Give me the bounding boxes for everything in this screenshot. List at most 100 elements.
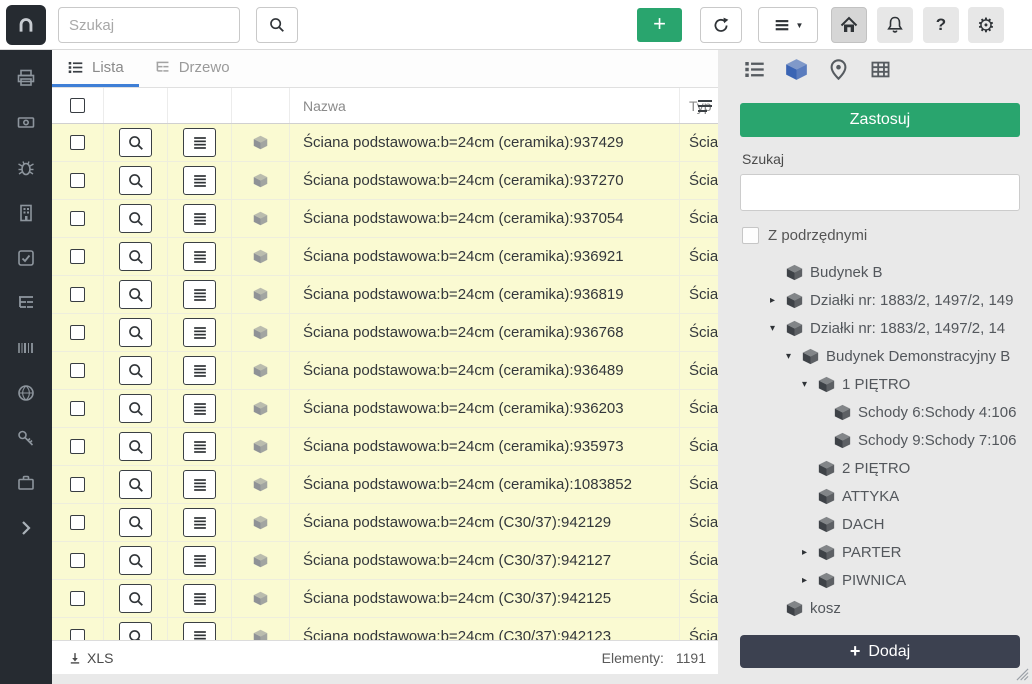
table-row[interactable]: Ściana podstawowa:b=24cm (ceramika):9370…	[52, 200, 718, 238]
table-row[interactable]: Ściana podstawowa:b=24cm (ceramika):9368…	[52, 276, 718, 314]
row-checkbox[interactable]	[70, 287, 85, 302]
row-checkbox[interactable]	[70, 629, 85, 640]
table-row[interactable]: Ściana podstawowa:b=24cm (C30/37):942125…	[52, 580, 718, 618]
row-inspect-button[interactable]	[119, 584, 152, 613]
row-menu-button[interactable]	[183, 584, 216, 613]
tab-location[interactable]	[827, 58, 850, 81]
row-menu-button[interactable]	[183, 242, 216, 271]
tree-expander-icon[interactable]: ▸	[802, 575, 818, 586]
row-inspect-button[interactable]	[119, 166, 152, 195]
column-header-nazwa[interactable]: Nazwa	[290, 88, 680, 123]
tree-item[interactable]: Schody 9:Schody 7:106	[740, 426, 1020, 454]
sidebar-item-hierarchy[interactable]	[11, 288, 41, 318]
tree-item[interactable]: Budynek B	[740, 258, 1020, 286]
table-row[interactable]: Ściana podstawowa:b=24cm (ceramika):9367…	[52, 314, 718, 352]
tree-item[interactable]: ▾ Działki nr: 1883/2, 1497/2, 14	[740, 314, 1020, 342]
row-checkbox[interactable]	[70, 249, 85, 264]
row-menu-button[interactable]	[183, 508, 216, 537]
with-children-checkbox[interactable]	[742, 227, 759, 244]
row-inspect-button[interactable]	[119, 204, 152, 233]
table-row[interactable]: Ściana podstawowa:b=24cm (C30/37):942123…	[52, 618, 718, 640]
row-checkbox[interactable]	[70, 477, 85, 492]
tree-item[interactable]: ▸ PARTER	[740, 538, 1020, 566]
row-checkbox[interactable]	[70, 363, 85, 378]
row-inspect-button[interactable]	[119, 356, 152, 385]
row-checkbox[interactable]	[70, 515, 85, 530]
row-menu-button[interactable]	[183, 166, 216, 195]
row-menu-button[interactable]	[183, 128, 216, 157]
row-checkbox[interactable]	[70, 553, 85, 568]
row-menu-button[interactable]	[183, 470, 216, 499]
table-row[interactable]: Ściana podstawowa:b=24cm (ceramika):1083…	[52, 466, 718, 504]
tab-model-tree[interactable]	[785, 58, 808, 81]
tree-item[interactable]: 2 PIĘTRO	[740, 454, 1020, 482]
export-xls-button[interactable]: XLS	[68, 650, 113, 666]
apply-button[interactable]: Zastosuj	[740, 103, 1020, 137]
row-inspect-button[interactable]	[119, 318, 152, 347]
table-row[interactable]: Ściana podstawowa:b=24cm (ceramika):9374…	[52, 124, 718, 162]
row-checkbox[interactable]	[70, 211, 85, 226]
tree-item[interactable]: ▸ PIWNICA	[740, 566, 1020, 594]
tree-item[interactable]: DACH	[740, 510, 1020, 538]
row-checkbox[interactable]	[70, 591, 85, 606]
row-checkbox[interactable]	[70, 401, 85, 416]
main-menu-button[interactable]: ▼	[758, 7, 818, 43]
notifications-button[interactable]	[877, 7, 913, 43]
row-inspect-button[interactable]	[119, 280, 152, 309]
settings-button[interactable]: ⚙	[968, 7, 1004, 43]
sidebar-item-briefcase[interactable]	[11, 468, 41, 498]
table-row[interactable]: Ściana podstawowa:b=24cm (ceramika):9369…	[52, 238, 718, 276]
tree-item[interactable]: ▾ 1 PIĘTRO	[740, 370, 1020, 398]
sidebar-item-print[interactable]	[11, 63, 41, 93]
table-row[interactable]: Ściana podstawowa:b=24cm (ceramika):9362…	[52, 390, 718, 428]
table-row[interactable]: Ściana podstawowa:b=24cm (ceramika):9364…	[52, 352, 718, 390]
row-inspect-button[interactable]	[119, 622, 152, 640]
global-search-input[interactable]	[58, 7, 240, 43]
tree-item[interactable]: ▾ Budynek Demonstracyjny B	[740, 342, 1020, 370]
row-checkbox[interactable]	[70, 173, 85, 188]
tree-expander-icon[interactable]: ▸	[770, 295, 786, 306]
tree-expander-icon[interactable]: ▾	[786, 351, 802, 362]
help-button[interactable]: ?	[923, 7, 959, 43]
row-menu-button[interactable]	[183, 280, 216, 309]
table-row[interactable]: Ściana podstawowa:b=24cm (ceramika):9372…	[52, 162, 718, 200]
row-menu-button[interactable]	[183, 356, 216, 385]
tree-expander-icon[interactable]: ▾	[770, 323, 786, 334]
row-inspect-button[interactable]	[119, 128, 152, 157]
tree-expander-icon[interactable]: ▸	[802, 547, 818, 558]
sidebar-item-issues[interactable]	[11, 153, 41, 183]
row-inspect-button[interactable]	[119, 432, 152, 461]
sidebar-item-globe[interactable]	[11, 378, 41, 408]
resize-handle[interactable]	[1016, 668, 1029, 681]
row-checkbox[interactable]	[70, 135, 85, 150]
tree-item[interactable]: ATTYKA	[740, 482, 1020, 510]
global-search-button[interactable]	[256, 7, 298, 43]
row-inspect-button[interactable]	[119, 394, 152, 423]
tab-list-view[interactable]	[743, 58, 766, 81]
sidebar-expand-button[interactable]	[11, 513, 41, 543]
table-row[interactable]: Ściana podstawowa:b=24cm (C30/37):942129…	[52, 504, 718, 542]
filter-search-input[interactable]	[740, 174, 1020, 211]
sidebar-item-keys[interactable]	[11, 423, 41, 453]
tree-item[interactable]: Schody 6:Schody 4:106	[740, 398, 1020, 426]
row-inspect-button[interactable]	[119, 242, 152, 271]
tree-expander-icon[interactable]: ▾	[802, 379, 818, 390]
row-checkbox[interactable]	[70, 325, 85, 340]
select-all-checkbox[interactable]	[70, 98, 85, 113]
sidebar-item-barcode[interactable]	[11, 333, 41, 363]
tab-drzewo[interactable]: Drzewo	[139, 50, 245, 87]
table-row[interactable]: Ściana podstawowa:b=24cm (C30/37):942127…	[52, 542, 718, 580]
refresh-button[interactable]	[700, 7, 742, 43]
row-menu-button[interactable]	[183, 318, 216, 347]
row-inspect-button[interactable]	[119, 546, 152, 575]
home-button[interactable]	[831, 7, 867, 43]
row-inspect-button[interactable]	[119, 508, 152, 537]
tab-table-view[interactable]	[869, 58, 892, 81]
row-menu-button[interactable]	[183, 432, 216, 461]
row-menu-button[interactable]	[183, 394, 216, 423]
table-row[interactable]: Ściana podstawowa:b=24cm (ceramika):9359…	[52, 428, 718, 466]
sidebar-item-payments[interactable]	[11, 108, 41, 138]
tree-item[interactable]: kosz	[740, 594, 1020, 622]
row-menu-button[interactable]	[183, 546, 216, 575]
tab-lista[interactable]: Lista	[52, 50, 139, 87]
